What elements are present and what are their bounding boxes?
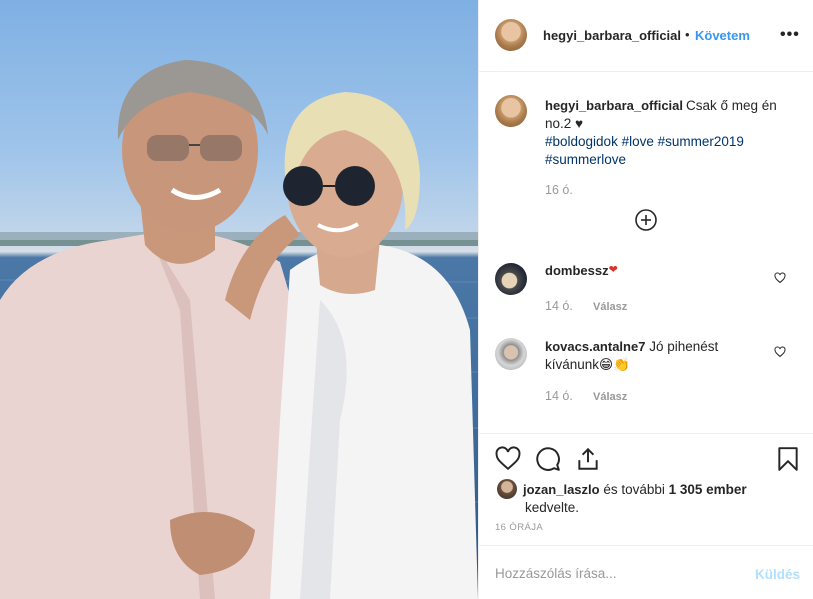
liker-avatar[interactable] xyxy=(497,479,517,499)
caption-username[interactable]: hegyi_barbara_official xyxy=(545,98,683,113)
author-username[interactable]: hegyi_barbara_official xyxy=(543,28,681,43)
author-avatar[interactable] xyxy=(495,19,527,51)
comment-username[interactable]: kovacs.antalne7 xyxy=(545,339,645,354)
post-caption: hegyi_barbara_official Csak ő meg én no.2… xyxy=(545,97,795,169)
heart-outline-icon[interactable] xyxy=(495,446,521,472)
comment-avatar[interactable] xyxy=(495,263,527,295)
reply-button[interactable]: Válasz xyxy=(593,301,627,313)
comment-avatar[interactable] xyxy=(495,338,527,370)
clap-emoji-icon: 👏 xyxy=(613,357,630,372)
comment-icon[interactable] xyxy=(535,446,561,472)
caption-avatar[interactable] xyxy=(495,95,527,127)
share-icon[interactable] xyxy=(575,446,601,472)
comment-time: 14 ó. xyxy=(545,389,573,403)
liker-username[interactable]: jozan_laszlo xyxy=(523,482,600,497)
likes-connector: és további xyxy=(599,482,669,497)
post-actions: jozan_laszlo és további 1 305 ember kedv… xyxy=(479,433,813,537)
comment-time: 14 ó. xyxy=(545,299,573,313)
caption-time: 16 ó. xyxy=(545,183,573,197)
comments-section: hegyi_barbara_official Csak ő meg én no.2… xyxy=(479,73,813,433)
likes-count[interactable]: 1 305 ember xyxy=(669,482,747,497)
comment-like-icon[interactable] xyxy=(774,272,786,284)
bookmark-icon[interactable] xyxy=(775,446,801,472)
photo-illustration xyxy=(0,60,478,599)
post-sidebar: hegyi_barbara_official • Követem ••• heg… xyxy=(478,0,813,599)
plus-circle-icon[interactable] xyxy=(634,208,658,232)
post-photo[interactable] xyxy=(0,0,478,599)
likes-suffix: kedvelte. xyxy=(525,500,580,515)
add-comment-bar: Küldés xyxy=(479,545,813,599)
post-header: hegyi_barbara_official • Követem ••• xyxy=(479,0,813,72)
comment-item: kovacs.antalne7 Jó pihenést kívánunk😁👏 xyxy=(545,338,760,374)
comment-item: dombessz❤ xyxy=(545,263,618,278)
grin-emoji-icon: 😁 xyxy=(599,357,614,372)
comment-username[interactable]: dombessz xyxy=(545,263,609,278)
caption-hashtags[interactable]: #boldogidok #love #summer2019 #summerlov… xyxy=(545,134,744,167)
comment-input[interactable] xyxy=(495,566,735,581)
reply-button[interactable]: Válasz xyxy=(593,391,627,403)
post-date: 16 órája xyxy=(495,522,544,533)
send-button[interactable]: Küldés xyxy=(755,567,800,582)
follow-button[interactable]: Követem xyxy=(695,28,750,43)
separator-dot: • xyxy=(685,27,690,42)
more-options-icon[interactable]: ••• xyxy=(780,26,800,44)
likes-summary: jozan_laszlo és további 1 305 ember kedv… xyxy=(523,481,793,517)
red-heart-icon: ❤ xyxy=(608,264,618,276)
comment-like-icon[interactable] xyxy=(774,346,786,358)
